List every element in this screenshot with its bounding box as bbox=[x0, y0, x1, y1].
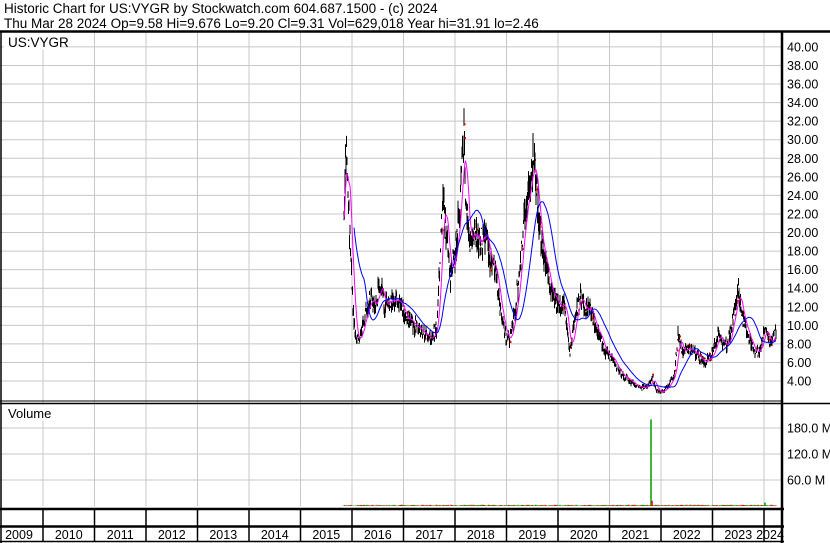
year-label: 2010 bbox=[55, 528, 83, 542]
price-tick-label: 16.00 bbox=[787, 263, 818, 277]
symbol-label: US:VYGR bbox=[8, 35, 69, 50]
year-label: 2023 bbox=[724, 528, 752, 542]
year-label: 2020 bbox=[570, 528, 598, 542]
close-mark bbox=[464, 137, 466, 140]
volume-label: Volume bbox=[8, 406, 51, 421]
price-tick-label: 40.00 bbox=[787, 40, 818, 54]
price-tick-label: 12.00 bbox=[787, 300, 818, 314]
close-mark bbox=[709, 352, 711, 355]
close-mark bbox=[464, 123, 466, 126]
volume-tick-label: 120.0 M bbox=[787, 448, 830, 462]
price-tick-label: 26.00 bbox=[787, 170, 818, 184]
price-tick-label: 24.00 bbox=[787, 189, 818, 203]
year-label: 2009 bbox=[5, 528, 33, 542]
price-tick-label: 38.00 bbox=[787, 59, 818, 73]
price-tick-label: 8.00 bbox=[787, 337, 811, 351]
price-tick-label: 30.00 bbox=[787, 133, 818, 147]
year-label: 2021 bbox=[621, 528, 649, 542]
price-tick-label: 4.00 bbox=[787, 375, 811, 389]
price-tick-label: 22.00 bbox=[787, 207, 818, 221]
price-tick-label: 14.00 bbox=[787, 282, 818, 296]
stock-chart: Historic Chart for US:VYGR by Stockwatch… bbox=[0, 0, 830, 543]
volume-tick-label: 60.0 M bbox=[787, 474, 825, 488]
price-tick-label: 28.00 bbox=[787, 152, 818, 166]
year-label: 2024 bbox=[756, 528, 784, 542]
year-label: 2019 bbox=[518, 528, 546, 542]
year-label: 2011 bbox=[107, 528, 134, 542]
close-mark bbox=[700, 353, 702, 356]
year-label: 2016 bbox=[364, 528, 392, 542]
header-quote: Thu Mar 28 2024 Op=9.58 Hi=9.676 Lo=9.20… bbox=[4, 16, 539, 31]
volume-tick-label: 180.0 M bbox=[787, 422, 830, 436]
close-mark bbox=[442, 229, 444, 232]
price-tick-label: 34.00 bbox=[787, 96, 818, 110]
price-tick-label: 18.00 bbox=[787, 245, 818, 259]
close-mark bbox=[563, 307, 565, 310]
year-label: 2013 bbox=[209, 528, 237, 542]
close-mark bbox=[592, 317, 594, 320]
close-mark bbox=[522, 247, 524, 250]
header-title: Historic Chart for US:VYGR by Stockwatch… bbox=[4, 1, 438, 16]
price-tick-label: 20.00 bbox=[787, 226, 818, 240]
year-label: 2014 bbox=[261, 528, 289, 542]
price-tick-label: 32.00 bbox=[787, 115, 818, 129]
price-tick-label: 6.00 bbox=[787, 356, 811, 370]
close-mark bbox=[677, 349, 679, 352]
close-mark bbox=[490, 269, 492, 272]
price-tick-label: 10.00 bbox=[787, 319, 818, 333]
close-mark bbox=[510, 341, 512, 344]
year-label: 2012 bbox=[158, 528, 186, 542]
close-mark bbox=[540, 225, 542, 228]
price-tick-label: 36.00 bbox=[787, 78, 818, 92]
close-mark bbox=[536, 188, 538, 191]
year-label: 2018 bbox=[467, 528, 495, 542]
year-label: 2017 bbox=[415, 528, 443, 542]
close-mark bbox=[679, 335, 681, 338]
year-label: 2015 bbox=[312, 528, 340, 542]
volume-axis: 60.0 M 120.0 M 180.0 M bbox=[787, 422, 830, 488]
year-label: 2022 bbox=[673, 528, 701, 542]
background bbox=[0, 0, 830, 543]
